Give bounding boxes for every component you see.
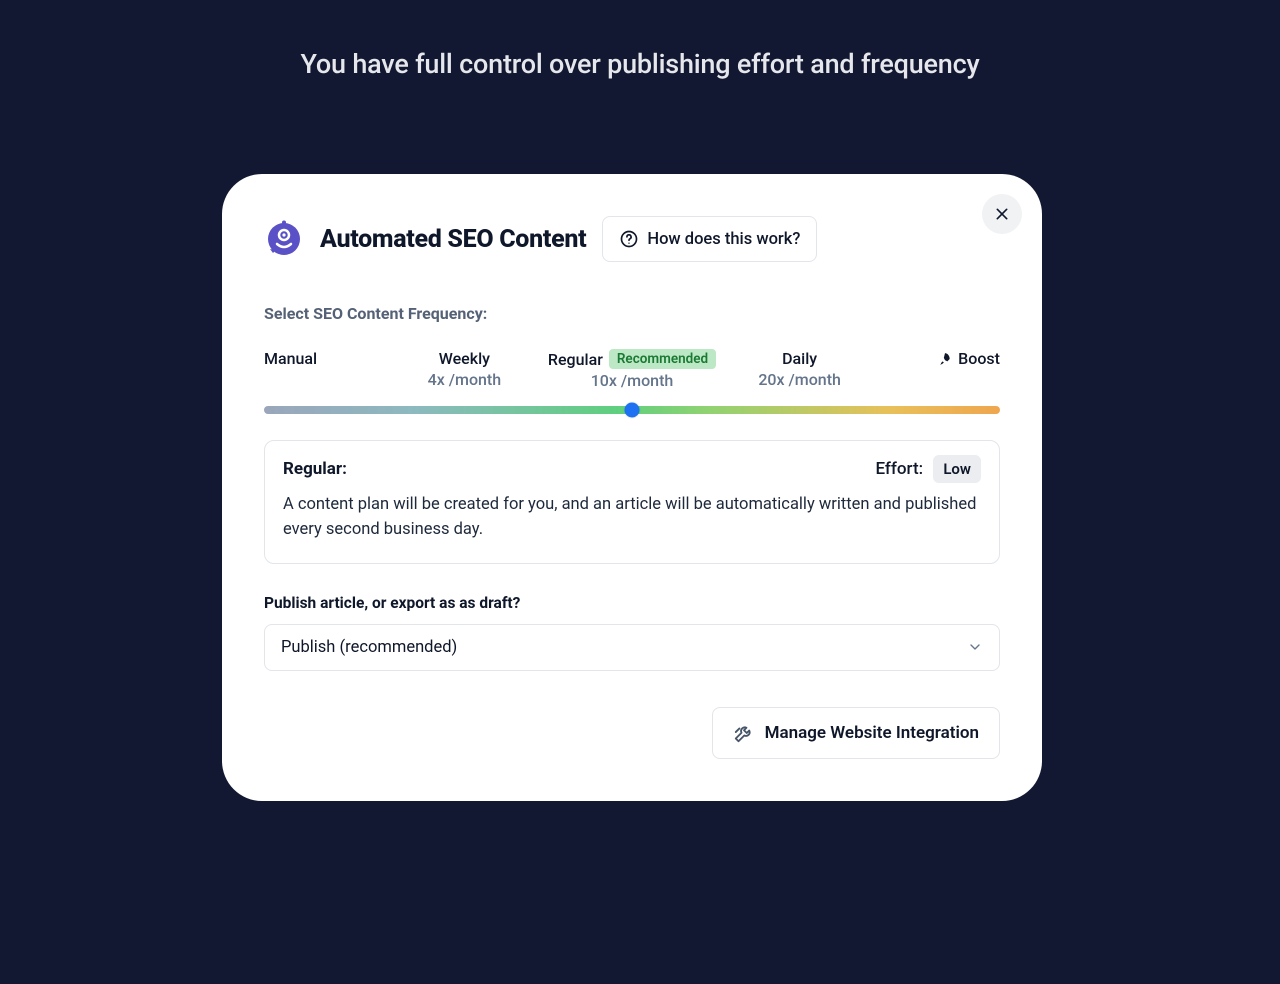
question-circle-icon	[619, 229, 639, 249]
frequency-section-label: Select SEO Content Frequency:	[264, 304, 1000, 323]
effort-chip: Low	[933, 455, 981, 483]
how-does-this-work-button[interactable]: How does this work?	[602, 216, 817, 262]
manage-integration-button[interactable]: Manage Website Integration	[712, 707, 1000, 759]
manage-integration-label: Manage Website Integration	[765, 723, 979, 743]
help-button-label: How does this work?	[647, 230, 800, 249]
tools-icon	[733, 722, 755, 744]
dialog-title: Automated SEO Content	[320, 225, 586, 254]
selection-info-box: Regular: Effort: Low A content plan will…	[264, 440, 1000, 564]
brand-logo-icon	[264, 219, 304, 259]
slider-track[interactable]	[264, 406, 1000, 414]
recommended-badge: Recommended	[609, 349, 716, 369]
select-value: Publish (recommended)	[281, 638, 457, 657]
stop-label: Manual	[264, 349, 317, 368]
selected-description: A content plan will be created for you, …	[283, 493, 981, 543]
stop-boost[interactable]: Boost	[883, 349, 1000, 370]
slider-thumb[interactable]	[625, 403, 640, 418]
stop-daily[interactable]: Daily 20x /month	[716, 349, 883, 389]
rocket-icon	[938, 352, 952, 366]
stop-manual[interactable]: Manual	[264, 349, 381, 368]
page-heading: You have full control over publishing ef…	[0, 0, 1280, 80]
stop-regular[interactable]: Regular Recommended 10x /month	[548, 349, 716, 390]
publish-question-label: Publish article, or export as as draft?	[264, 594, 1000, 612]
stop-label: Daily	[782, 349, 817, 368]
seo-dialog: Automated SEO Content How does this work…	[222, 174, 1042, 801]
stop-label: Weekly	[439, 349, 490, 368]
stop-sublabel: 4x /month	[381, 370, 548, 389]
close-button[interactable]	[982, 194, 1022, 234]
frequency-slider[interactable]: Manual Weekly 4x /month Regular Recommen…	[264, 349, 1000, 414]
stop-sublabel: 20x /month	[716, 370, 883, 389]
chevron-down-icon	[967, 639, 983, 655]
stop-weekly[interactable]: Weekly 4x /month	[381, 349, 548, 389]
close-icon	[994, 206, 1010, 222]
effort-label: Effort:	[875, 459, 923, 479]
stop-label: Boost	[958, 349, 1000, 368]
publish-mode-select[interactable]: Publish (recommended)	[264, 624, 1000, 671]
frequency-stops: Manual Weekly 4x /month Regular Recommen…	[264, 349, 1000, 390]
stop-label: Regular	[548, 350, 603, 369]
selected-name: Regular:	[283, 459, 347, 479]
stop-sublabel: 10x /month	[548, 371, 716, 390]
